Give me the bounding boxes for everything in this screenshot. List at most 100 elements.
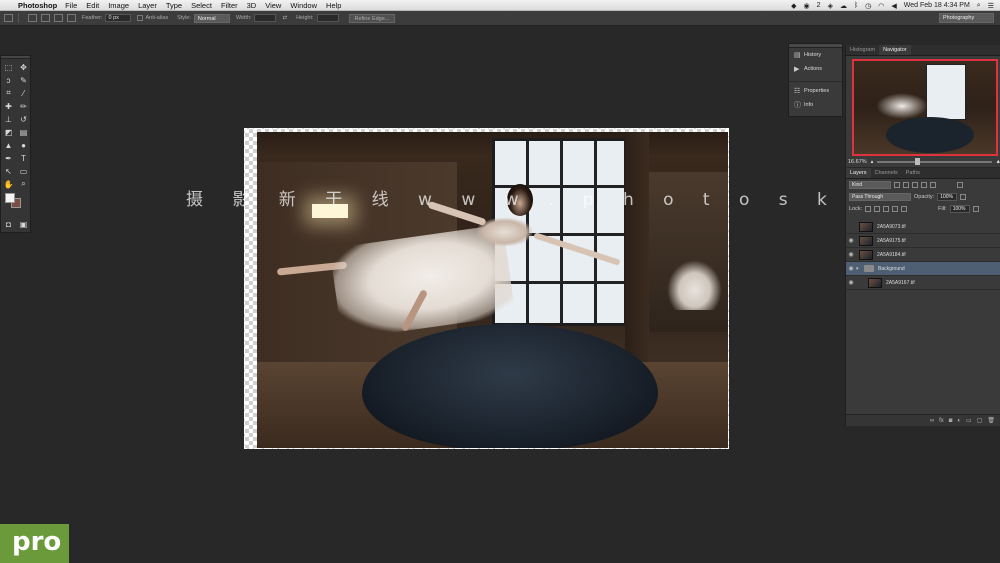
- hand-tool-icon[interactable]: ✋: [1, 178, 16, 190]
- notification-badge[interactable]: 2: [817, 2, 821, 9]
- path-select-tool-icon[interactable]: ↖: [1, 165, 16, 177]
- opacity-dropdown-icon[interactable]: [960, 194, 967, 200]
- eyedropper-tool-icon[interactable]: ⁄: [16, 87, 31, 99]
- fx-icon[interactable]: fx: [939, 418, 944, 424]
- menu-select[interactable]: Select: [191, 1, 212, 10]
- zoom-value[interactable]: 16.67%: [848, 159, 867, 165]
- brush-tool-icon[interactable]: ✏: [16, 100, 31, 112]
- menu-filter[interactable]: Filter: [221, 1, 238, 10]
- layer-group-row[interactable]: ◉ ▾ Background: [846, 262, 1000, 276]
- blend-mode-select[interactable]: Pass Through: [849, 193, 911, 201]
- filter-smart-icon[interactable]: [930, 182, 936, 188]
- layer-name[interactable]: Background: [878, 266, 905, 272]
- dock-actions[interactable]: ▶ Actions: [789, 62, 842, 76]
- pen-tool-icon[interactable]: ✒: [1, 152, 16, 164]
- healing-tool-icon[interactable]: ✚: [1, 100, 16, 112]
- refine-edge-button[interactable]: Refine Edge...: [348, 13, 396, 23]
- tab-navigator[interactable]: Navigator: [879, 45, 911, 55]
- add-mask-icon[interactable]: ◙: [949, 418, 953, 424]
- quick-select-tool-icon[interactable]: ✎: [16, 74, 31, 86]
- lock-artboard-icon[interactable]: [892, 206, 899, 212]
- layer-name[interactable]: 2A5A9167.tif: [886, 280, 915, 286]
- chevron-down-icon[interactable]: ▾: [856, 266, 862, 272]
- menu-help[interactable]: Help: [326, 1, 341, 10]
- menu-3d[interactable]: 3D: [247, 1, 257, 10]
- move-tool-icon[interactable]: ✥: [16, 61, 31, 73]
- eye-icon[interactable]: ◉: [846, 237, 856, 244]
- shape-tool-icon[interactable]: ▭: [16, 165, 31, 177]
- feather-input[interactable]: 0 px: [105, 14, 132, 22]
- crop-tool-icon[interactable]: ⌗: [1, 87, 16, 99]
- tab-layers[interactable]: Layers: [846, 168, 871, 178]
- volume-icon[interactable]: ◀: [891, 2, 896, 10]
- dock-properties[interactable]: ☷ Properties: [789, 84, 842, 98]
- layer-row[interactable]: ◉ 2A5A9167.tif: [846, 276, 1000, 290]
- layer-row[interactable]: ◉ 2A5A9184.tif: [846, 248, 1000, 262]
- layer-name[interactable]: 2A5A9184.tif: [877, 252, 906, 258]
- eye-icon[interactable]: ◉: [846, 265, 856, 272]
- width-input[interactable]: [254, 14, 277, 22]
- menu-window[interactable]: Window: [290, 1, 317, 10]
- layer-row[interactable]: ◉ 2A5A9175.tif: [846, 234, 1000, 248]
- filter-shape-icon[interactable]: [921, 182, 927, 188]
- lock-position-icon[interactable]: [883, 206, 890, 212]
- eraser-tool-icon[interactable]: ◩: [1, 126, 16, 138]
- layer-row[interactable]: 2A5A9073.tif: [846, 220, 1000, 234]
- zoom-slider-knob[interactable]: [915, 157, 921, 165]
- filter-type-icon[interactable]: [912, 182, 918, 188]
- marquee-tool-icon[interactable]: ⬚: [1, 61, 16, 73]
- zoom-out-icon[interactable]: ▴: [871, 159, 874, 165]
- app-menu[interactable]: Photoshop: [18, 1, 57, 10]
- search-icon[interactable]: ⌕: [977, 2, 981, 10]
- antialias-checkbox[interactable]: [137, 15, 144, 21]
- adjustment-layer-icon[interactable]: ◐: [957, 418, 961, 424]
- dodge-tool-icon[interactable]: ●: [16, 139, 31, 151]
- style-select[interactable]: Normal: [193, 13, 230, 23]
- tab-channels[interactable]: Channels: [871, 168, 902, 178]
- menu-type[interactable]: Type: [166, 1, 182, 10]
- workspace-select[interactable]: Photography: [939, 13, 994, 23]
- link-layers-icon[interactable]: ∞: [930, 418, 934, 424]
- bluetooth-icon[interactable]: ᛒ: [854, 2, 858, 9]
- fill-dropdown-icon[interactable]: [972, 206, 979, 212]
- foreground-color-swatch[interactable]: [5, 193, 15, 203]
- height-input[interactable]: [316, 14, 339, 22]
- zoom-slider[interactable]: [877, 157, 992, 165]
- new-group-icon[interactable]: ▭: [966, 417, 972, 424]
- stamp-tool-icon[interactable]: ⊥: [1, 113, 16, 125]
- lasso-tool-icon[interactable]: ↄ: [1, 74, 16, 86]
- notification-center-icon[interactable]: ☰: [988, 2, 994, 10]
- cloud-icon[interactable]: ☁: [840, 2, 847, 10]
- subtract-selection-icon[interactable]: [54, 14, 63, 22]
- intersect-selection-icon[interactable]: [67, 14, 76, 22]
- menu-file[interactable]: File: [65, 1, 77, 10]
- history-brush-tool-icon[interactable]: ↺: [16, 113, 31, 125]
- layer-name[interactable]: 2A5A9073.tif: [877, 224, 906, 230]
- gradient-tool-icon[interactable]: ▤: [16, 126, 31, 138]
- dock-history[interactable]: ▤ History: [789, 48, 842, 62]
- layer-name[interactable]: 2A5A9175.tif: [877, 238, 906, 244]
- timemachine-icon[interactable]: ◷: [865, 2, 871, 10]
- menu-edit[interactable]: Edit: [86, 1, 99, 10]
- tab-histogram[interactable]: Histogram: [846, 45, 879, 55]
- bookmark-icon[interactable]: ◆: [791, 2, 796, 10]
- add-selection-icon[interactable]: [41, 14, 50, 22]
- quick-mask-icon[interactable]: ◘: [1, 218, 16, 230]
- lock-pixels-icon[interactable]: [874, 206, 881, 212]
- lock-all-icon[interactable]: [901, 206, 908, 212]
- opacity-input[interactable]: 100%: [937, 193, 958, 201]
- filter-toggle-icon[interactable]: [957, 182, 963, 188]
- dropbox-icon[interactable]: ◈: [828, 2, 833, 10]
- type-tool-icon[interactable]: T: [16, 152, 31, 164]
- swap-icon[interactable]: ⇄: [282, 15, 287, 21]
- fill-input[interactable]: 100%: [949, 205, 970, 213]
- dock-info[interactable]: ⓘ Info: [789, 98, 842, 112]
- zoom-in-icon[interactable]: ▲: [996, 159, 1000, 165]
- menu-view[interactable]: View: [265, 1, 281, 10]
- clock[interactable]: Wed Feb 18 4:34 PM: [904, 2, 970, 9]
- eye-icon[interactable]: ◉: [846, 279, 856, 286]
- document-canvas[interactable]: [244, 128, 729, 449]
- marquee-preset-icon[interactable]: [4, 14, 13, 22]
- blur-tool-icon[interactable]: ▲: [1, 139, 16, 151]
- menu-layer[interactable]: Layer: [138, 1, 157, 10]
